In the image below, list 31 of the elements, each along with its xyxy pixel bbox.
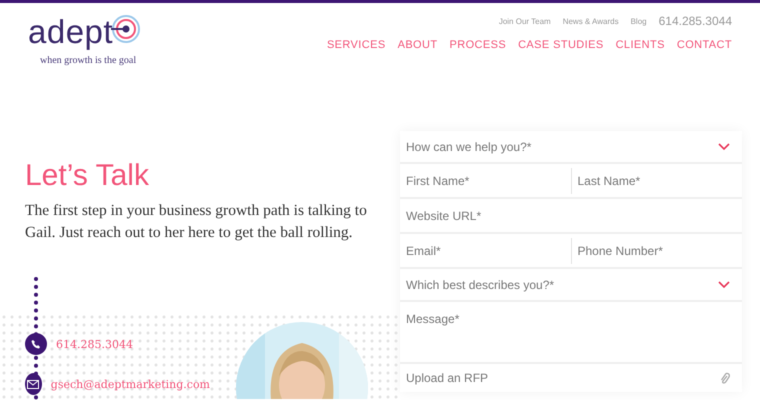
nav-link[interactable]: ABOUT: [398, 39, 438, 51]
message-field[interactable]: Message*: [400, 302, 742, 362]
paperclip-icon: [720, 372, 730, 384]
logo-wordmark[interactable]: adept: [28, 13, 114, 51]
nav-link[interactable]: CONTACT: [676, 39, 732, 51]
input-field[interactable]: Email*: [400, 234, 570, 267]
phone-icon: [31, 339, 41, 349]
nav-link[interactable]: CLIENTS: [616, 39, 665, 51]
nav-link[interactable]: SERVICES: [326, 39, 386, 51]
envelope-icon: [27, 380, 40, 388]
input-field[interactable]: Phone Number*: [570, 238, 742, 264]
logo-tagline: when growth is the goal: [40, 55, 138, 66]
phone-number-link[interactable]: 614.285.3044: [56, 338, 133, 350]
phone-link[interactable]: 614.285.3044: [658, 14, 732, 28]
input-field[interactable]: First Name*: [400, 164, 570, 197]
intro-paragraph: The first step in your business growth path is talking to Gail. Just reach out to her here to get the ball rolling.: [25, 201, 368, 243]
upload-field[interactable]: Upload an RFP: [400, 364, 742, 392]
utility-link[interactable]: News & Awards: [562, 16, 619, 26]
input-field[interactable]: Last Name*: [570, 168, 742, 194]
page-heading: Let’s Talk: [25, 158, 150, 194]
input-field[interactable]: Website URL*: [400, 199, 742, 232]
target-icon: [111, 14, 142, 44]
nav-link[interactable]: PROCESS: [449, 39, 506, 51]
select-field[interactable]: How can we help you?*: [400, 131, 742, 162]
select-field[interactable]: Which best describes you?*: [400, 269, 742, 300]
chevron-down-icon: [718, 280, 730, 288]
email-link[interactable]: gsech@adeptmarketing.com: [50, 378, 210, 390]
nav-link[interactable]: CASE STUDIES: [518, 39, 604, 51]
utility-link[interactable]: Join Our Team: [498, 16, 551, 26]
chevron-down-icon: [718, 142, 730, 150]
utility-link[interactable]: Blog: [630, 16, 647, 26]
